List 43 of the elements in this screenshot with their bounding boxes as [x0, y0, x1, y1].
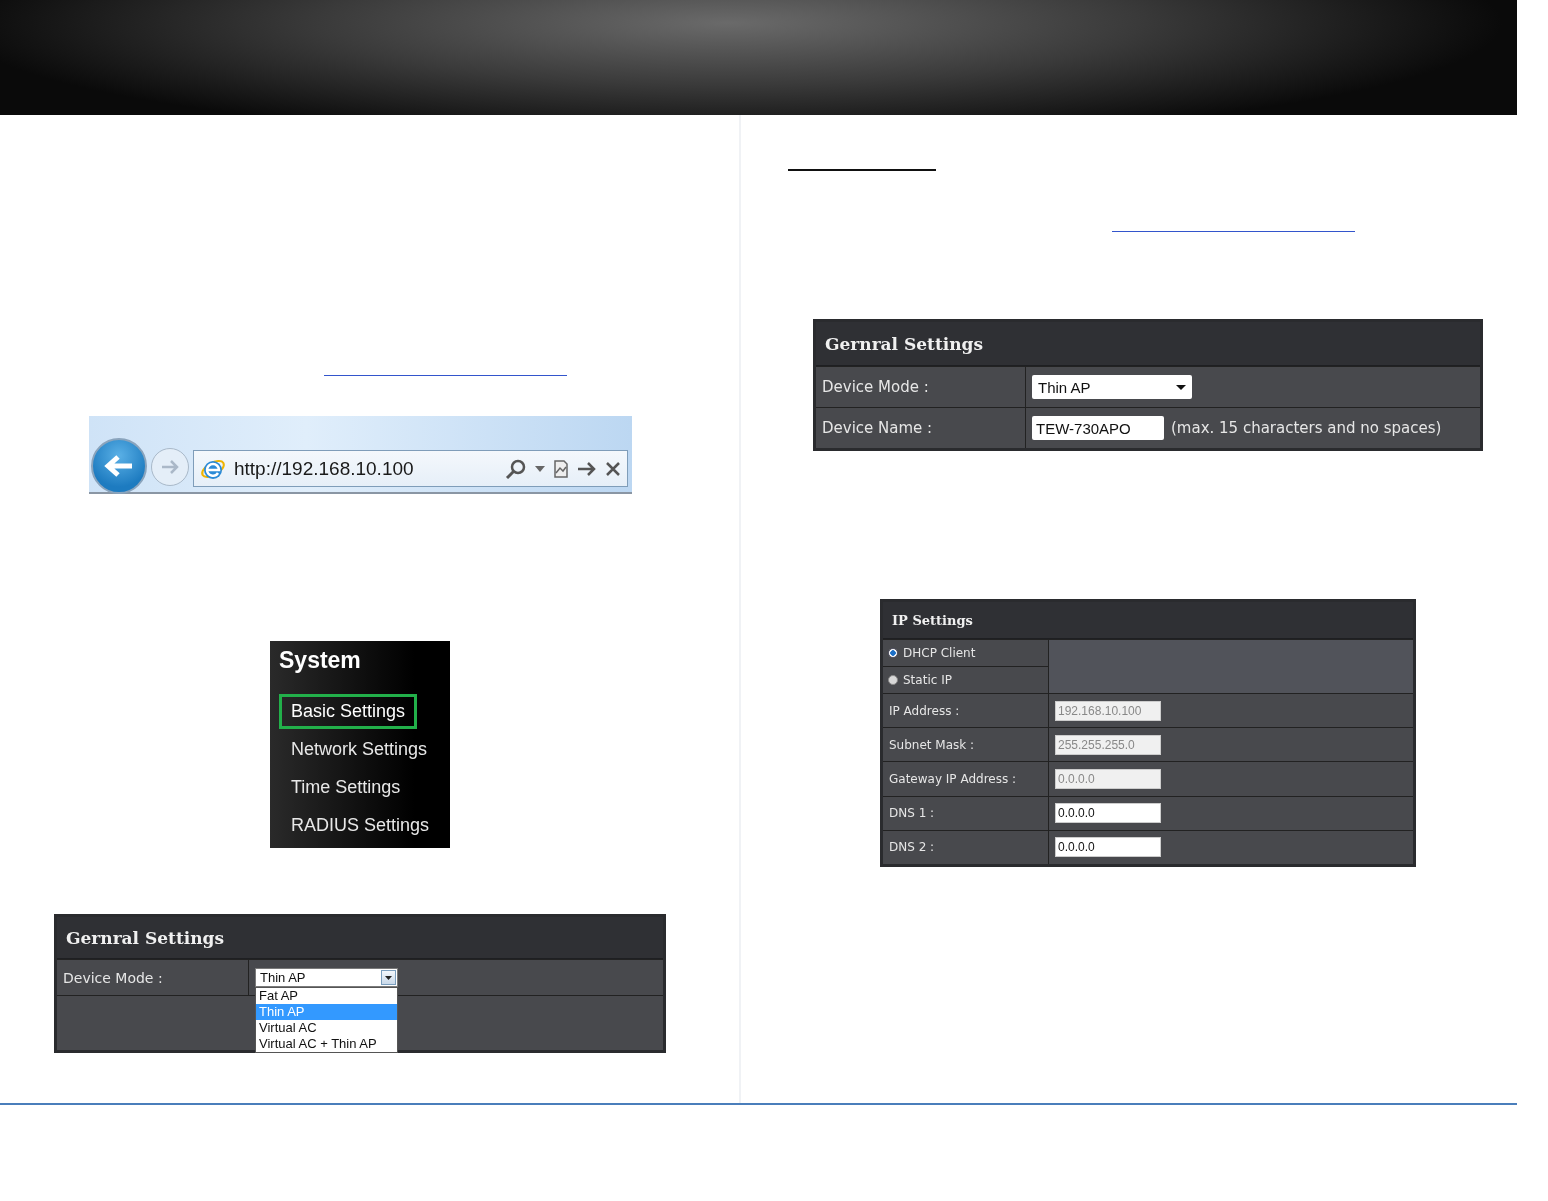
dropdown-value: Thin AP [1038, 378, 1091, 396]
field-label: DNS 2 : [883, 830, 1049, 864]
menu-item[interactable]: Basic Settings [279, 694, 418, 729]
field-label: DNS 1 : [883, 796, 1049, 830]
field-label: Device Name : [816, 408, 1026, 448]
address-bar[interactable]: http://192.168.10.100 [193, 450, 628, 487]
back-button[interactable] [91, 438, 147, 494]
hint-text: (max. 15 characters and no spaces) [1171, 419, 1442, 437]
panel-title: Gernral Settings [816, 322, 1480, 366]
close-icon [605, 460, 621, 477]
radio-label: Static IP [903, 673, 952, 687]
dropdown-field[interactable]: Thin AP [255, 968, 398, 987]
dropdown-option[interactable]: Fat AP [256, 988, 397, 1004]
input-field[interactable]: TEW-730APO [1032, 416, 1164, 440]
dropdown-caret-icon [535, 465, 545, 472]
input-field[interactable]: 0.0.0.0 [1055, 803, 1161, 824]
field-label: Subnet Mask : [883, 728, 1049, 762]
dropdown-value: Thin AP [259, 970, 307, 985]
menu-item[interactable]: Time Settings [279, 770, 413, 805]
radio-button[interactable] [888, 648, 898, 658]
radio-label: DHCP Client [903, 646, 976, 660]
dropdown-option[interactable]: Virtual AC [256, 1020, 397, 1036]
caret-icon [1176, 384, 1186, 390]
dropdown-option[interactable]: Virtual AC + Thin AP [256, 1036, 397, 1052]
menu-item[interactable]: RADIUS Settings [279, 808, 442, 843]
field-label: IP Address : [883, 694, 1049, 728]
compatibility-view-icon [553, 458, 569, 479]
field-label: Gateway IP Address : [883, 762, 1049, 796]
back-arrow-icon [104, 453, 134, 479]
field-label: Device Mode : [816, 367, 1026, 407]
radio-button[interactable] [888, 675, 898, 685]
forward-arrow-icon [160, 459, 180, 475]
menu-title: System [279, 647, 361, 674]
url-text: http://192.168.10.100 [234, 457, 414, 480]
field-label: Device Mode : [57, 960, 249, 995]
go-arrow-icon [577, 460, 597, 477]
panel-title: IP Settings [883, 602, 1413, 639]
menu-item[interactable]: Network Settings [279, 732, 440, 767]
panel-title: Gernral Settings [57, 917, 663, 959]
caret-icon [385, 975, 392, 980]
input-field[interactable]: 0.0.0.0 [1055, 837, 1161, 858]
dropdown-field[interactable]: Thin AP [1032, 375, 1192, 399]
search-icon [505, 458, 527, 479]
